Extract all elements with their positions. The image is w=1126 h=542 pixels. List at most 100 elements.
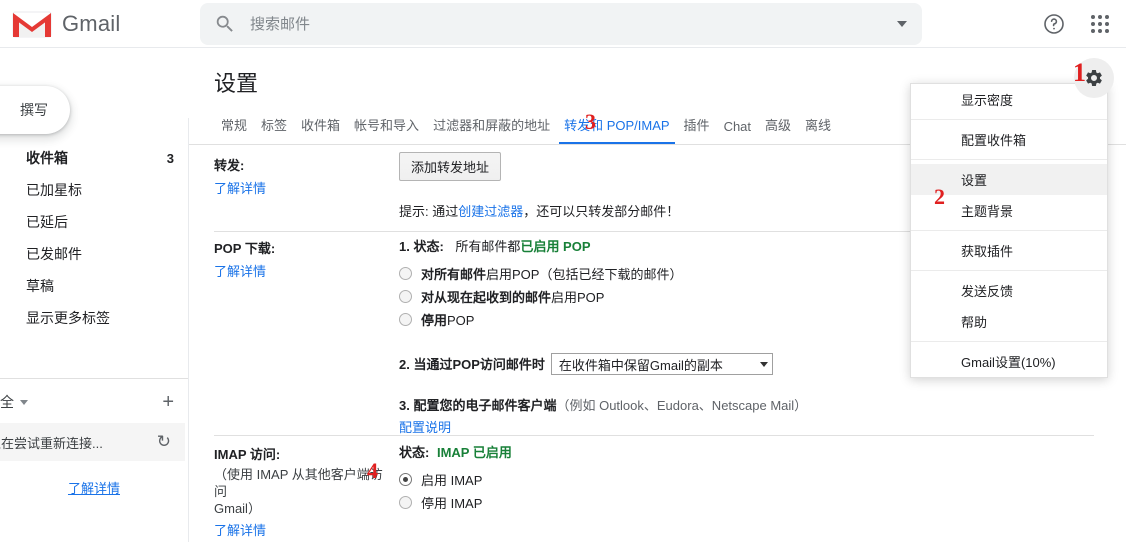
gmail-m-logo-icon <box>12 9 52 39</box>
gmail-settings-screen: Gmail 搜索邮件 撰写 收件箱 3 已加星标 已延后 已发邮件 草稿 显示更… <box>0 0 1126 542</box>
forwarding-tip-prefix: 提示: 通过 <box>399 204 459 219</box>
menu-item-get-addons[interactable]: 获取插件 <box>911 235 1107 266</box>
pop-config-instructions-link[interactable]: 配置说明 <box>399 420 451 435</box>
imap-status-value: IMAP 已启用 <box>436 445 512 460</box>
tab-filters-blocked[interactable]: 过滤器和屏蔽的地址 <box>426 115 557 144</box>
sidebar-item-starred[interactable]: 已加星标 <box>0 174 188 206</box>
menu-separator <box>911 159 1107 160</box>
gmail-brand[interactable]: Gmail <box>12 9 192 39</box>
pop-option-label-bold: 停用 <box>421 313 448 328</box>
imap-disable-row[interactable]: 停用 IMAP <box>399 493 512 512</box>
compose-button[interactable]: 撰写 <box>0 86 70 134</box>
radio-button[interactable] <box>399 473 412 486</box>
pop-status-text: 所有邮件都 <box>455 239 521 254</box>
tab-chat[interactable]: Chat <box>717 119 758 144</box>
settings-dropdown-menu: 显示密度 配置收件箱 设置 主题背景 获取插件 发送反馈 帮助 Gmail设置(… <box>910 83 1108 378</box>
search-icon <box>214 13 236 35</box>
pop-option-all-mail-row[interactable]: 对所有邮件启用POP（包括已经下载的邮件） <box>399 264 807 283</box>
pop-step3-label: 3. 配置您的电子邮件客户端 <box>399 398 557 413</box>
imap-status-prefix: 状态: <box>399 445 430 460</box>
sidebar-item-sent[interactable]: 已发邮件 <box>0 238 188 270</box>
sidebar-item-label: 已加星标 <box>26 182 82 198</box>
menu-separator <box>911 341 1107 342</box>
pop-option-label-rest: 启用POP（包括已经下载的邮件） <box>486 267 683 282</box>
menu-separator <box>911 270 1107 271</box>
tab-forwarding-pop-imap[interactable]: 转发和 POP/IMAP <box>557 115 676 144</box>
pop-option-from-now-row[interactable]: 对从现在起收到的邮件启用POP <box>399 287 807 306</box>
menu-separator <box>911 119 1107 120</box>
sidebar-item-label: 收件箱 <box>26 150 68 166</box>
imap-learn-more-link[interactable]: 了解详情 <box>214 523 266 538</box>
pop-step2-label: 2. 当通过POP访问邮件时 <box>399 356 545 372</box>
add-contact-button[interactable]: + <box>162 392 174 412</box>
step-marker-2: 2 <box>934 184 945 209</box>
tab-labels[interactable]: 标签 <box>254 115 294 144</box>
search-options-button[interactable] <box>882 21 922 27</box>
sidebar-item-snoozed[interactable]: 已延后 <box>0 206 188 238</box>
top-bar: Gmail <box>0 0 1126 48</box>
forwarding-tip-suffix: ，还可以只转发部分邮件！ <box>523 204 680 219</box>
radio-button[interactable] <box>399 496 412 509</box>
add-forwarding-address-button[interactable]: 添加转发地址 <box>399 152 502 181</box>
sidebar-nav-list: 收件箱 3 已加星标 已延后 已发邮件 草稿 显示更多标签 <box>0 142 188 334</box>
refresh-icon[interactable]: ↻ <box>157 432 171 452</box>
sidebar-item-label: 草稿 <box>26 278 54 294</box>
sidebar-divider <box>0 378 188 379</box>
step-marker-3: 3 <box>585 109 596 134</box>
pop-learn-more-link[interactable]: 了解详情 <box>214 264 266 279</box>
forwarding-label: 转发: <box>214 158 245 173</box>
sidebar-learn-more-link[interactable]: 了解详情 <box>0 478 188 497</box>
tab-inbox[interactable]: 收件箱 <box>294 115 347 144</box>
reconnect-text: 正在尝试重新连接... <box>0 435 103 451</box>
menu-item-gmail-settings-progress[interactable]: Gmail设置(10%) <box>911 346 1107 377</box>
imap-disable-label: 停用 IMAP <box>421 496 483 511</box>
tab-accounts-import[interactable]: 帐号和导入 <box>347 115 426 144</box>
tab-general[interactable]: 常规 <box>214 115 254 144</box>
step-marker-1: 1 <box>1073 58 1086 87</box>
imap-enable-row[interactable]: 启用 IMAP <box>399 470 512 489</box>
search-bar[interactable] <box>200 3 922 45</box>
pop-access-select[interactable]: 在收件箱中保留Gmail的副本 <box>550 353 773 375</box>
menu-separator <box>911 230 1107 231</box>
tab-addons[interactable]: 插件 <box>677 115 717 144</box>
pop-option-disable-row[interactable]: 停用POP <box>399 310 807 329</box>
imap-desc-line2: Gmail） <box>214 501 261 516</box>
pop-option-label-bold: 对从现在起收到的邮件 <box>421 290 552 305</box>
sidebar-item-drafts[interactable]: 草稿 <box>0 270 188 302</box>
compose-label: 撰写 <box>20 102 48 118</box>
search-input[interactable] <box>248 14 882 34</box>
chevron-down-icon <box>20 399 28 405</box>
inbox-unread-count: 3 <box>166 150 174 166</box>
apps-grid-icon[interactable] <box>1082 6 1118 42</box>
create-filter-link[interactable]: 创建过滤器 <box>458 204 523 219</box>
sidebar-item-label: 已延后 <box>26 214 68 230</box>
pop-access-selected-value: 在收件箱中保留Gmail的副本 <box>558 357 723 373</box>
forwarding-learn-more-link[interactable]: 了解详情 <box>214 181 266 196</box>
sidebar-item-more-labels[interactable]: 显示更多标签 <box>0 302 188 334</box>
radio-button[interactable] <box>399 313 412 326</box>
section-divider-2 <box>214 435 1094 436</box>
page-title: 设置 <box>214 71 259 96</box>
imap-enable-label: 启用 IMAP <box>421 473 483 488</box>
sidebar-item-label: 显示更多标签 <box>26 310 110 326</box>
radio-button[interactable] <box>399 290 412 303</box>
menu-item-send-feedback[interactable]: 发送反馈 <box>911 275 1107 306</box>
menu-item-configure-inbox[interactable]: 配置收件箱 <box>911 124 1107 155</box>
sidebar: 撰写 收件箱 3 已加星标 已延后 已发邮件 草稿 显示更多标签 全 + 在尝试… <box>0 48 188 542</box>
imap-desc-line1: （使用 IMAP 从其他客户端访问 <box>214 467 383 499</box>
menu-item-help[interactable]: 帮助 <box>911 306 1107 337</box>
pop-option-label-bold: 对所有邮件 <box>421 267 487 282</box>
top-right-actions <box>1036 0 1118 48</box>
pop-option-label-rest: 启用POP <box>551 290 605 305</box>
tab-advanced[interactable]: 高级 <box>758 115 798 144</box>
gear-icon <box>1086 69 1102 86</box>
sidebar-item-inbox[interactable]: 收件箱 3 <box>0 142 188 174</box>
radio-button[interactable] <box>399 267 412 280</box>
help-circle-icon[interactable] <box>1036 6 1072 42</box>
pop-status-prefix: 1. 状态: <box>399 239 444 254</box>
pop-step3-examples: （例如 Outlook、Eudora、Netscape Mail） <box>556 398 808 413</box>
chevron-down-icon <box>759 361 768 367</box>
pop-option-label-rest: POP <box>447 313 475 328</box>
tab-offline[interactable]: 离线 <box>798 115 838 144</box>
hangouts-status-row[interactable]: 在全 + <box>0 386 188 418</box>
